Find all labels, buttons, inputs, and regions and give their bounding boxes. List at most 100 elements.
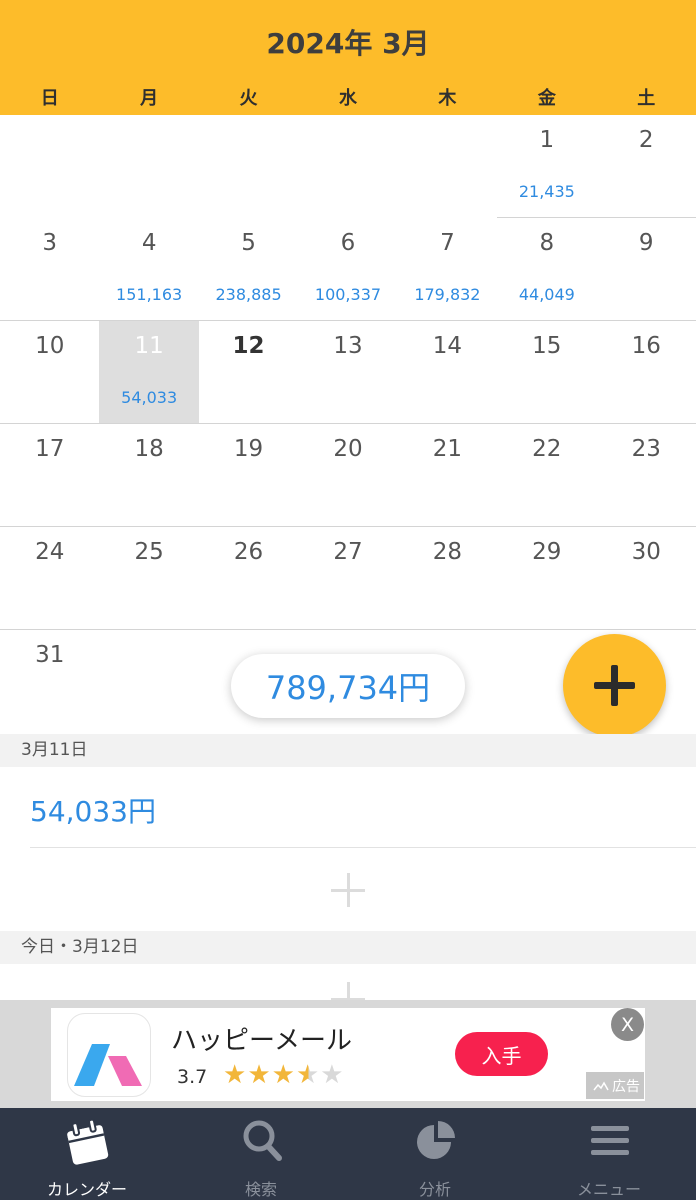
calendar-day-cell[interactable]: 9 (596, 218, 696, 321)
day-number: 12 (232, 333, 265, 359)
calendar-day-cell[interactable]: 10 (0, 321, 100, 424)
calendar-day-cell[interactable]: 26 (198, 527, 299, 630)
calendar-day-cell[interactable]: 27 (298, 527, 398, 630)
rating-star-icon: ★ (271, 1060, 295, 1090)
calendar-day-cell[interactable]: 4 151,163 (99, 218, 199, 321)
calendar-header: 2024年 3月 日 月 火 水 木 金 土 (0, 0, 696, 115)
day-number: 7 (440, 230, 455, 256)
weekday-label: 水 (338, 88, 357, 109)
day-number: 17 (35, 436, 65, 462)
weekday-row: 日 月 火 水 木 金 土 (0, 84, 696, 112)
day-number: 29 (532, 539, 562, 565)
day-number: 13 (333, 333, 363, 359)
calendar-day-cell[interactable]: 21 (397, 424, 498, 527)
rating-star-icon: ★ (320, 1060, 344, 1090)
calendar-day-cell[interactable]: 20 (298, 424, 398, 527)
calendar-day-cell[interactable]: 25 (99, 527, 199, 630)
day-number: 22 (532, 436, 562, 462)
tab-analysis[interactable]: 分析 (348, 1108, 522, 1200)
calendar-day-cell[interactable]: 11 54,033 (99, 321, 199, 424)
add-entry-plus-icon[interactable] (331, 873, 365, 907)
tab-label: カレンダー (46, 1180, 127, 1199)
day-number: 19 (233, 436, 264, 462)
calendar-day-cell[interactable]: 14 (397, 321, 498, 424)
tab-label: 分析 (418, 1180, 451, 1199)
calendar-day-cell[interactable]: 8 44,049 (497, 218, 597, 321)
calendar-day-cell[interactable]: 19 (198, 424, 299, 527)
day-amount: 238,885 (215, 285, 282, 304)
ad-app-name: ハッピーメール (171, 1026, 352, 1056)
calendar-day-cell[interactable]: 22 (497, 424, 597, 527)
day-number: 6 (340, 230, 356, 256)
day-number: 1 (539, 127, 555, 153)
day-number: 20 (333, 436, 363, 462)
calendar-day-cell[interactable]: 31 (0, 630, 99, 733)
calendar-day-cell[interactable]: 28 (397, 527, 498, 630)
day-number: 11 (134, 333, 164, 359)
calendar-day-cell[interactable]: 15 (497, 321, 597, 424)
day-number: 18 (134, 436, 164, 462)
calendar-empty-cell (298, 115, 397, 218)
calendar-day-cell[interactable]: 5 238,885 (198, 218, 299, 321)
weekday-label: 日 (40, 88, 59, 109)
day-number: 9 (638, 230, 654, 256)
calendar-day-cell[interactable]: 23 (596, 424, 696, 527)
ad-get-button[interactable]: 入手 (455, 1032, 548, 1076)
selected-day-header: 3月11日 (0, 734, 696, 767)
calendar-week: 17 18 19 20 21 22 23 (0, 424, 696, 527)
calendar-week: 1 21,435 2 (0, 115, 696, 218)
calendar-week: 10 11 54,033 12 13 14 15 16 (0, 321, 696, 424)
weekday-label: 木 (438, 88, 457, 109)
rating-star-icon: ★ (223, 1060, 247, 1090)
day-number: 10 (35, 333, 65, 359)
calendar-week: 3 4 151,163 5 238,885 6 100,337 7 179,832 8 44,049… (0, 218, 696, 321)
tab-search[interactable]: 検索 (174, 1108, 348, 1200)
calendar-day-cell[interactable]: 7 179,832 (397, 218, 498, 321)
day-number: 30 (631, 539, 661, 565)
calendar-day-cell[interactable]: 6 100,337 (298, 218, 398, 321)
day-amount: 100,337 (314, 285, 382, 304)
calendar-day-cell[interactable]: 3 (0, 218, 100, 321)
rating-star-icon: ★ (295, 1060, 320, 1090)
calendar-day-cell[interactable]: 2 (596, 115, 696, 218)
ad-app-icon[interactable] (67, 1013, 151, 1097)
entry-divider (30, 847, 696, 848)
day-number: 8 (539, 230, 555, 256)
menu-icon (591, 1126, 629, 1155)
weekday-label: 火 (239, 88, 258, 109)
calendar-empty-cell (199, 115, 298, 218)
ad-rating-stars: ★ ★ ★ ★ ★ (223, 1062, 345, 1088)
calendar-day-cell[interactable]: 1 21,435 (497, 115, 597, 218)
calendar-day-cell[interactable]: 12 (198, 321, 299, 424)
day-number: 28 (432, 539, 463, 565)
day-number: 21 (432, 436, 463, 462)
day-amount: 54,033 (121, 388, 178, 407)
ad-card[interactable]: ハッピーメール 3.7 ★ ★ ★ ★ ★ 入手 (51, 1008, 645, 1101)
weekday-label: 土 (637, 88, 656, 109)
calendar-day-cell[interactable]: 13 (298, 321, 398, 424)
add-entry-button[interactable] (563, 634, 666, 737)
tab-label: メニュー (576, 1180, 641, 1199)
tab-label: 検索 (244, 1180, 277, 1199)
calendar-day-cell[interactable]: 24 (0, 527, 100, 630)
tab-calendar[interactable]: カレンダー (0, 1108, 174, 1200)
month-total-pill[interactable]: 789,734円 (231, 654, 465, 718)
calendar-week: 24 25 26 27 28 29 30 (0, 527, 696, 630)
month-title[interactable]: 2024年 3月 (0, 22, 696, 62)
ad-badge: 広告 (586, 1072, 644, 1099)
calendar-empty-cell (99, 630, 198, 733)
day-amount: 44,049 (518, 285, 575, 304)
rating-star-icon: ★ (247, 1060, 271, 1090)
calendar-day-cell[interactable]: 16 (596, 321, 696, 424)
day-amount: 21,435 (518, 182, 575, 201)
ad-badge-label: 広告 (612, 1078, 640, 1095)
entry-amount[interactable]: 54,033円 (30, 790, 156, 830)
ad-close-button[interactable]: X (611, 1008, 644, 1041)
calendar-day-cell[interactable]: 29 (497, 527, 597, 630)
calendar-day-cell[interactable]: 30 (596, 527, 696, 630)
day-number: 16 (631, 333, 661, 359)
calendar-day-cell[interactable]: 18 (99, 424, 199, 527)
search-icon (243, 1120, 282, 1161)
calendar-day-cell[interactable]: 17 (0, 424, 100, 527)
tab-menu[interactable]: メニュー (522, 1108, 696, 1200)
